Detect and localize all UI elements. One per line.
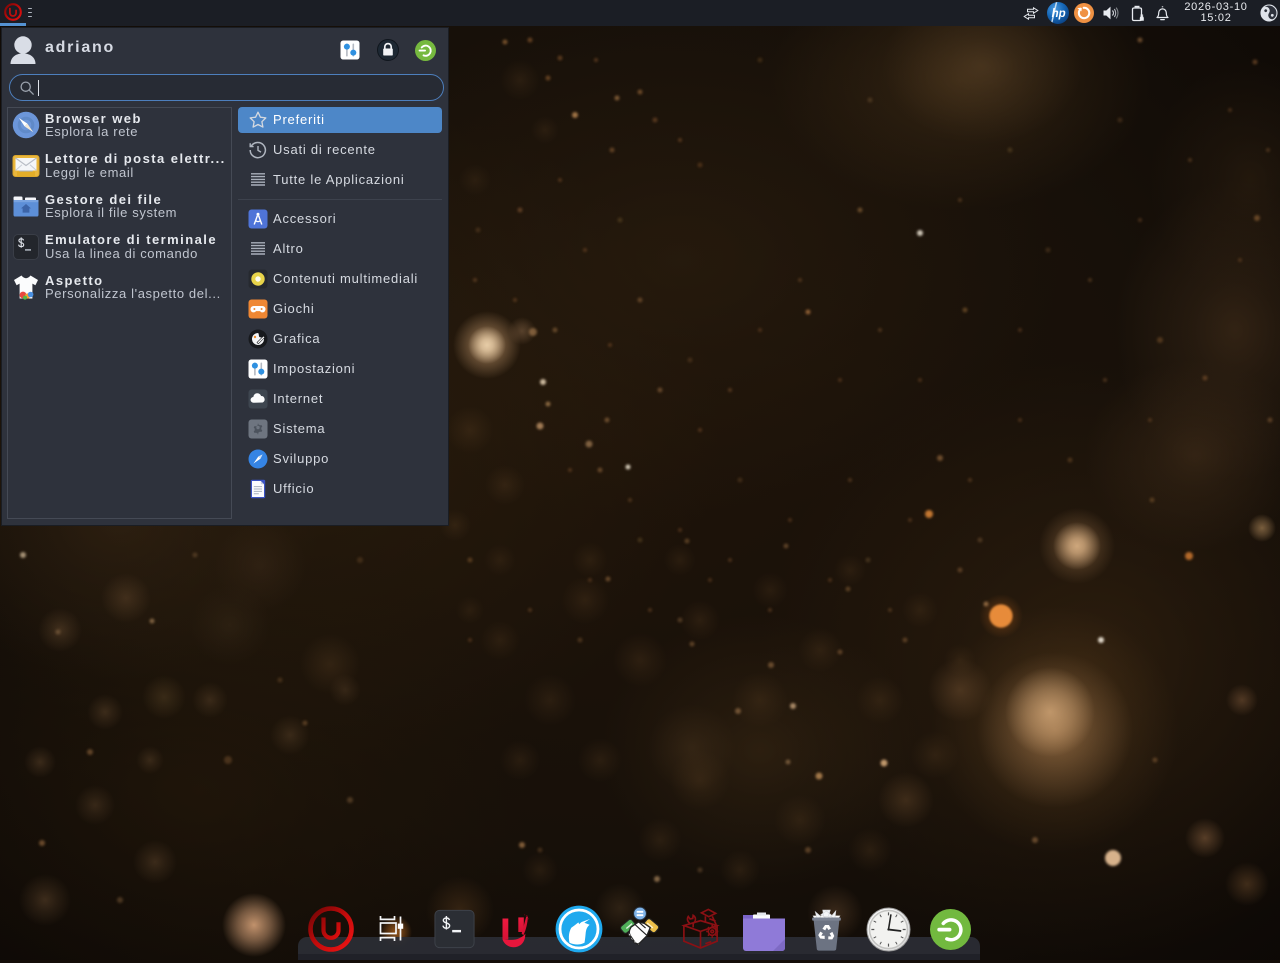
svg-text:hp: hp	[1051, 8, 1065, 20]
